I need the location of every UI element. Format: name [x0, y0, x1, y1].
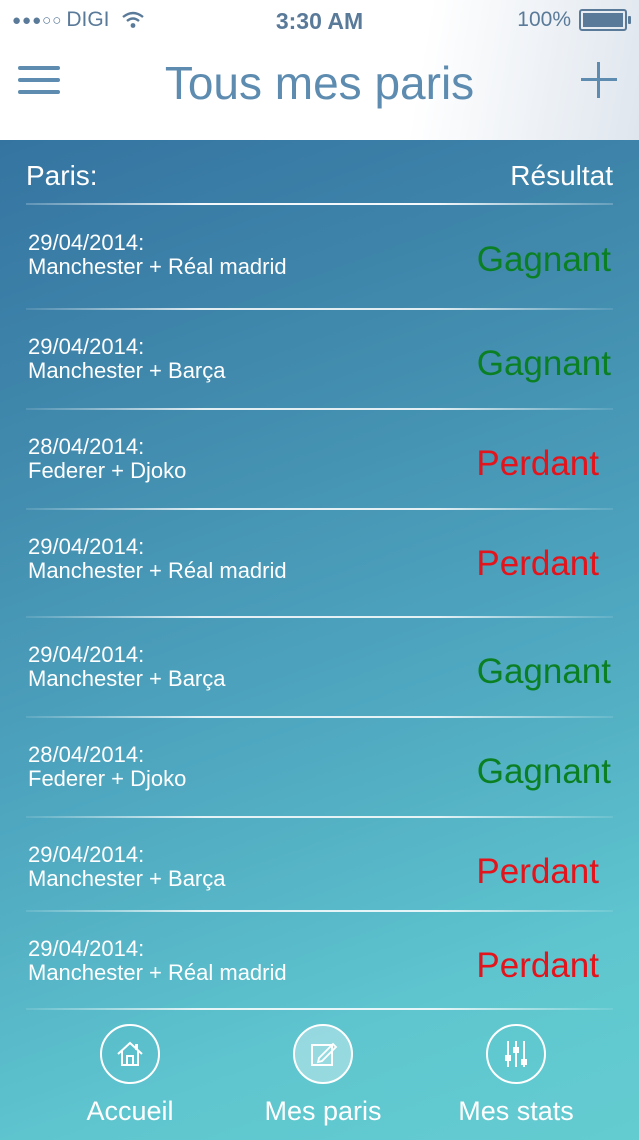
tab-accueil[interactable]: Accueil [40, 1024, 220, 1134]
list-item[interactable]: 29/04/2014: Manchester + Réal madrid Perda… [0, 912, 639, 1010]
sliders-icon [505, 1041, 527, 1067]
bet-date: 29/04/2014: [28, 842, 145, 867]
bet-result: Perdant [476, 852, 599, 891]
row-divider [26, 1008, 613, 1010]
list-item[interactable]: 29/04/2014: Manchester + Réal madrid Perda… [0, 510, 639, 618]
add-bet-button[interactable] [581, 58, 617, 102]
list-item[interactable]: 28/04/2014: Federer + Djoko Perdant [0, 410, 639, 510]
list-item[interactable]: 29/04/2014: Manchester + Barça Gagnant [0, 618, 639, 718]
bet-date: 29/04/2014: [28, 936, 145, 961]
home-icon [117, 1041, 143, 1066]
tab-label: Mes paris [264, 1096, 382, 1126]
bet-date: 29/04/2014: [28, 534, 145, 559]
list-item[interactable]: 29/04/2014: Manchester + Réal madrid Gagna… [0, 206, 639, 310]
list-item[interactable]: 29/04/2014: Manchester + Barça Perdant [0, 818, 639, 912]
battery-percent: 100% [517, 8, 571, 31]
bet-result: Gagnant [476, 652, 611, 691]
page-title: Tous mes paris [164, 57, 475, 109]
bet-date: 28/04/2014: [28, 742, 145, 767]
bet-match: Manchester + Barça [28, 666, 226, 691]
list-item[interactable]: 29/04/2014: Manchester + Barça Gagnant [0, 310, 639, 410]
list-item[interactable]: 28/04/2014: Federer + Djoko Gagnant [0, 718, 639, 818]
battery-icon [579, 9, 631, 31]
bet-match: Manchester + Réal madrid [28, 254, 287, 279]
bet-date: 29/04/2014: [28, 642, 145, 667]
bet-match: Manchester + Réal madrid [28, 558, 287, 583]
bet-result: Perdant [476, 544, 599, 583]
bet-date: 29/04/2014: [28, 334, 145, 359]
bet-result: Gagnant [476, 752, 611, 791]
bet-date: 28/04/2014: [28, 434, 145, 459]
status-bar: ●●●○○ DIGI 3:30 AM 100% [0, 6, 639, 36]
tab-bar: Accueil Mes paris Mes stats [0, 1012, 639, 1140]
column-header-paris: Paris: [26, 160, 98, 191]
tab-mes-stats[interactable]: Mes stats [426, 1024, 606, 1134]
edit-icon [311, 1042, 338, 1066]
bet-match: Manchester + Barça [28, 866, 226, 891]
bet-match: Federer + Djoko [28, 766, 187, 791]
tab-label: Accueil [86, 1096, 174, 1126]
tab-label: Mes stats [458, 1096, 574, 1126]
tab-mes-paris[interactable]: Mes paris [233, 1024, 413, 1134]
column-header-resultat: Résultat [510, 160, 613, 191]
bet-date: 29/04/2014: [28, 230, 145, 255]
bet-result: Gagnant [476, 240, 611, 279]
bet-result: Perdant [476, 444, 599, 483]
bet-match: Manchester + Barça [28, 358, 226, 383]
navigation-header: ●●●○○ DIGI 3:30 AM 100% Tous mes paris [0, 0, 639, 140]
bet-match: Manchester + Réal madrid [28, 960, 287, 985]
bet-result: Gagnant [476, 344, 611, 383]
bet-result: Perdant [476, 946, 599, 985]
bet-match: Federer + Djoko [28, 458, 187, 483]
header-divider [26, 203, 613, 205]
